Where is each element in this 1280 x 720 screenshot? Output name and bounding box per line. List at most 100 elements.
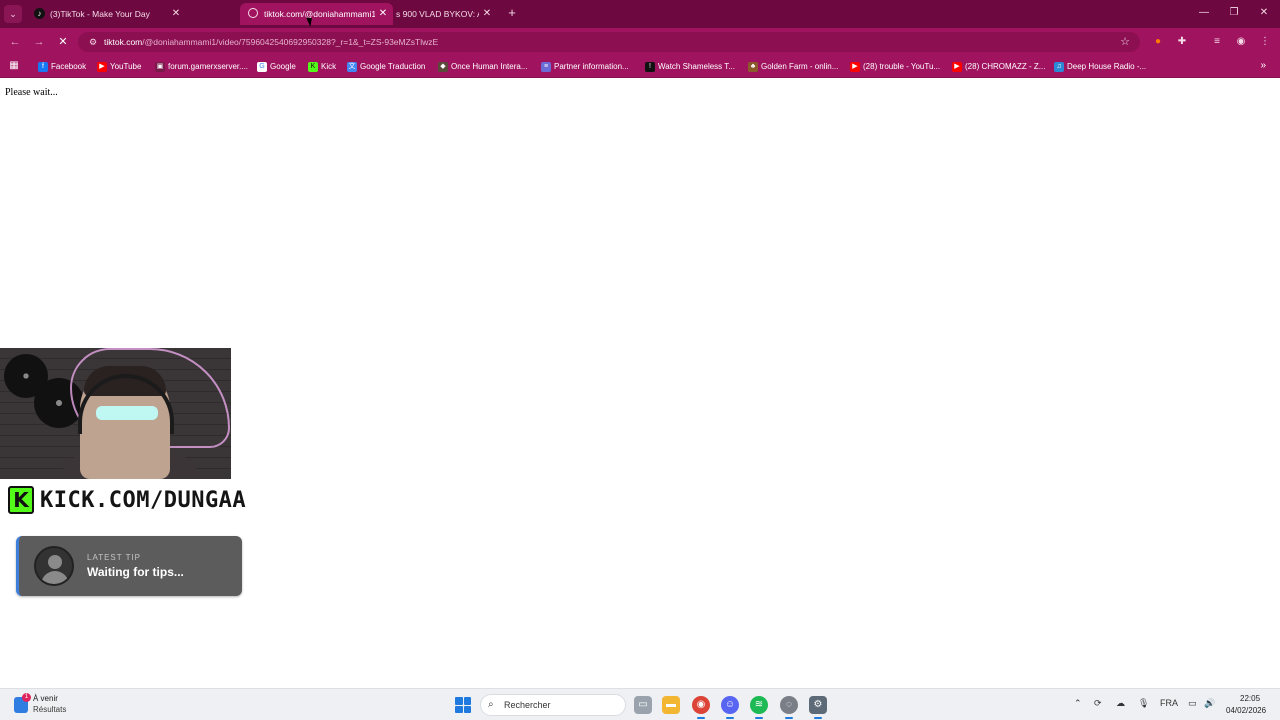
google-icon: G [257, 62, 267, 72]
bookmark-label: Once Human Intera... [451, 62, 528, 71]
discord-icon[interactable]: ☺ [721, 696, 739, 719]
spotify-icon[interactable]: ≋ [750, 696, 768, 719]
bookmark-item[interactable]: ♣ Golden Farm - onlin... [748, 60, 838, 74]
media-queue-icon[interactable]: ≡ [1209, 34, 1225, 50]
network-icon[interactable]: ▭ [1188, 698, 1197, 709]
tiktok-icon: ♪ [34, 8, 45, 19]
latest-tip-widget: LATEST TIP Waiting for tips... [16, 536, 242, 596]
bookmarks-overflow-icon[interactable]: » [1260, 60, 1266, 72]
extension-fire-icon[interactable]: ● [1150, 34, 1166, 50]
bookmark-label: Kick [321, 62, 337, 71]
back-arrow-icon[interactable]: ← [7, 34, 23, 50]
bookmark-item[interactable]: G Google [257, 60, 296, 74]
widgets-subtitle[interactable]: Résultats [33, 705, 66, 714]
address-url[interactable]: tiktok.com/@doniahammami1/video/75960425… [104, 32, 438, 52]
tray-overflow-icon[interactable]: ⌃ [1074, 698, 1082, 709]
language-indicator[interactable]: FRA [1160, 698, 1178, 708]
volume-icon[interactable]: 🔊 [1204, 698, 1215, 709]
apps-grid-icon[interactable]: ▦ [8, 60, 20, 72]
bookmark-label: (28) trouble - YouTu... [863, 62, 941, 71]
bookmark-star-icon[interactable]: ☆ [1118, 35, 1132, 49]
radio-icon: ♫ [1054, 62, 1064, 72]
address-bar[interactable]: ⚙ tiktok.com/@doniahammami1/video/759604… [78, 32, 1140, 52]
bookmark-label: Google [270, 62, 296, 71]
bookmark-label: forum.gamerxserver.... [168, 62, 249, 71]
golden-farm-icon: ♣ [748, 62, 758, 72]
sync-icon[interactable]: ⟳ [1094, 698, 1102, 709]
bookmark-item[interactable]: ▶ (28) trouble - YouTu... [850, 60, 940, 74]
taskbar-search[interactable]: ⌕ Rechercher [480, 694, 626, 716]
bookmark-label: Facebook [51, 62, 87, 71]
chrome-icon[interactable]: ◉ [692, 696, 710, 719]
windows-taskbar: 1 À venir Résultats ⌕ Rechercher ▭ ▬ ◉ ☺… [0, 688, 1280, 720]
bookmark-item[interactable]: ▣ forum.gamerxserver.... [155, 60, 248, 74]
search-icon: ⌕ [488, 699, 494, 710]
tab-label: s 900 VLAD BYKOV: A [396, 9, 479, 19]
loading-message: Please wait... [5, 87, 58, 98]
bookmark-label: Google Traduction [360, 62, 426, 71]
task-view-icon[interactable]: ▭ [634, 696, 652, 714]
new-tab-button[interactable]: + [505, 5, 519, 21]
bookmark-item[interactable]: K Kick [308, 60, 336, 74]
tab-tiktok-home[interactable]: ♪ (3)TikTok - Make Your Day ✕ [26, 3, 186, 25]
menu-kebab-icon[interactable]: ⋮ [1257, 34, 1273, 50]
minimize-icon[interactable]: — [1197, 6, 1211, 20]
youtube-icon: ▶ [952, 62, 962, 72]
once-human-icon: ◆ [438, 62, 448, 72]
clock-date[interactable]: 04/02/2026 [1226, 706, 1266, 715]
stop-loading-icon[interactable]: ✕ [55, 34, 71, 50]
bookmark-item[interactable]: ! Watch Shameless T... [645, 60, 735, 74]
cloud-icon[interactable]: ☁ [1116, 698, 1125, 709]
bookmark-label: Partner information... [554, 62, 629, 71]
url-host: tiktok.com [104, 37, 143, 47]
settings-gear-icon[interactable]: ⚙ [809, 696, 827, 719]
tab-vlad-bykov[interactable]: s 900 VLAD BYKOV: A ✕ [393, 3, 497, 25]
glasses [96, 406, 158, 420]
kick-logo-icon: K [8, 486, 34, 514]
tab-strip: ⌄ ♪ (3)TikTok - Make Your Day ✕ tiktok.c… [0, 0, 1280, 28]
translate-icon: 文 [347, 62, 357, 72]
shameless-icon: ! [645, 62, 655, 72]
bookmark-item[interactable]: 文 Google Traduction [347, 60, 425, 74]
youtube-icon: ▶ [850, 62, 860, 72]
bookmark-item[interactable]: ♫ Deep House Radio -... [1054, 60, 1146, 74]
close-window-icon[interactable]: ✕ [1257, 6, 1271, 20]
widgets-title[interactable]: À venir [33, 694, 58, 703]
app-icon[interactable]: ◌ [780, 696, 798, 719]
tab-close-icon[interactable]: ✕ [481, 3, 493, 25]
site-info-icon[interactable]: ⚙ [86, 35, 100, 49]
microphone-icon[interactable]: 🎙 [1138, 698, 1149, 709]
tab-search-chevron-icon[interactable]: ⌄ [4, 5, 22, 23]
tab-tiktok-video[interactable]: tiktok.com/@doniahammami1/ ✕ [240, 3, 393, 25]
start-button[interactable] [455, 697, 471, 713]
bookmark-item[interactable]: f Facebook [38, 60, 86, 74]
tip-label: LATEST TIP [87, 553, 142, 562]
tab-close-icon[interactable]: ✕ [377, 3, 389, 25]
bookmark-item[interactable]: ≡ Partner information... [541, 60, 629, 74]
file-explorer-icon[interactable]: ▬ [662, 696, 680, 714]
tab-close-icon[interactable]: ✕ [170, 3, 182, 25]
forum-icon: ▣ [155, 62, 165, 72]
search-placeholder: Rechercher [504, 700, 551, 710]
list-icon: ≡ [541, 62, 551, 72]
clock-time[interactable]: 22:05 [1240, 694, 1260, 703]
kick-channel-banner: K KICK.COM/DUNGAA [8, 485, 246, 515]
browser-toolbar: ← → ✕ ⚙ tiktok.com/@doniahammami1/video/… [0, 28, 1280, 56]
facebook-icon: f [38, 62, 48, 72]
restore-icon[interactable]: ❐ [1227, 6, 1241, 20]
bookmark-item[interactable]: ◆ Once Human Intera... [438, 60, 527, 74]
loading-icon [248, 8, 258, 18]
tipper-avatar-icon [34, 546, 74, 586]
bookmark-item[interactable]: ▶ YouTube [97, 60, 141, 74]
bookmark-label: YouTube [110, 62, 142, 71]
webcam-overlay [0, 348, 231, 479]
extensions-puzzle-icon[interactable]: ✚ [1174, 34, 1190, 50]
profile-avatar-icon[interactable]: ◉ [1233, 34, 1249, 50]
bookmark-label: Watch Shameless T... [658, 62, 735, 71]
bookmark-label: Golden Farm - onlin... [761, 62, 839, 71]
widgets-badge: 1 [22, 693, 31, 702]
bookmark-item[interactable]: ▶ (28) CHROMAZZ - Z... [952, 60, 1045, 74]
forward-arrow-icon[interactable]: → [31, 34, 47, 50]
youtube-icon: ▶ [97, 62, 107, 72]
tab-label: tiktok.com/@doniahammami1/ [264, 9, 375, 19]
